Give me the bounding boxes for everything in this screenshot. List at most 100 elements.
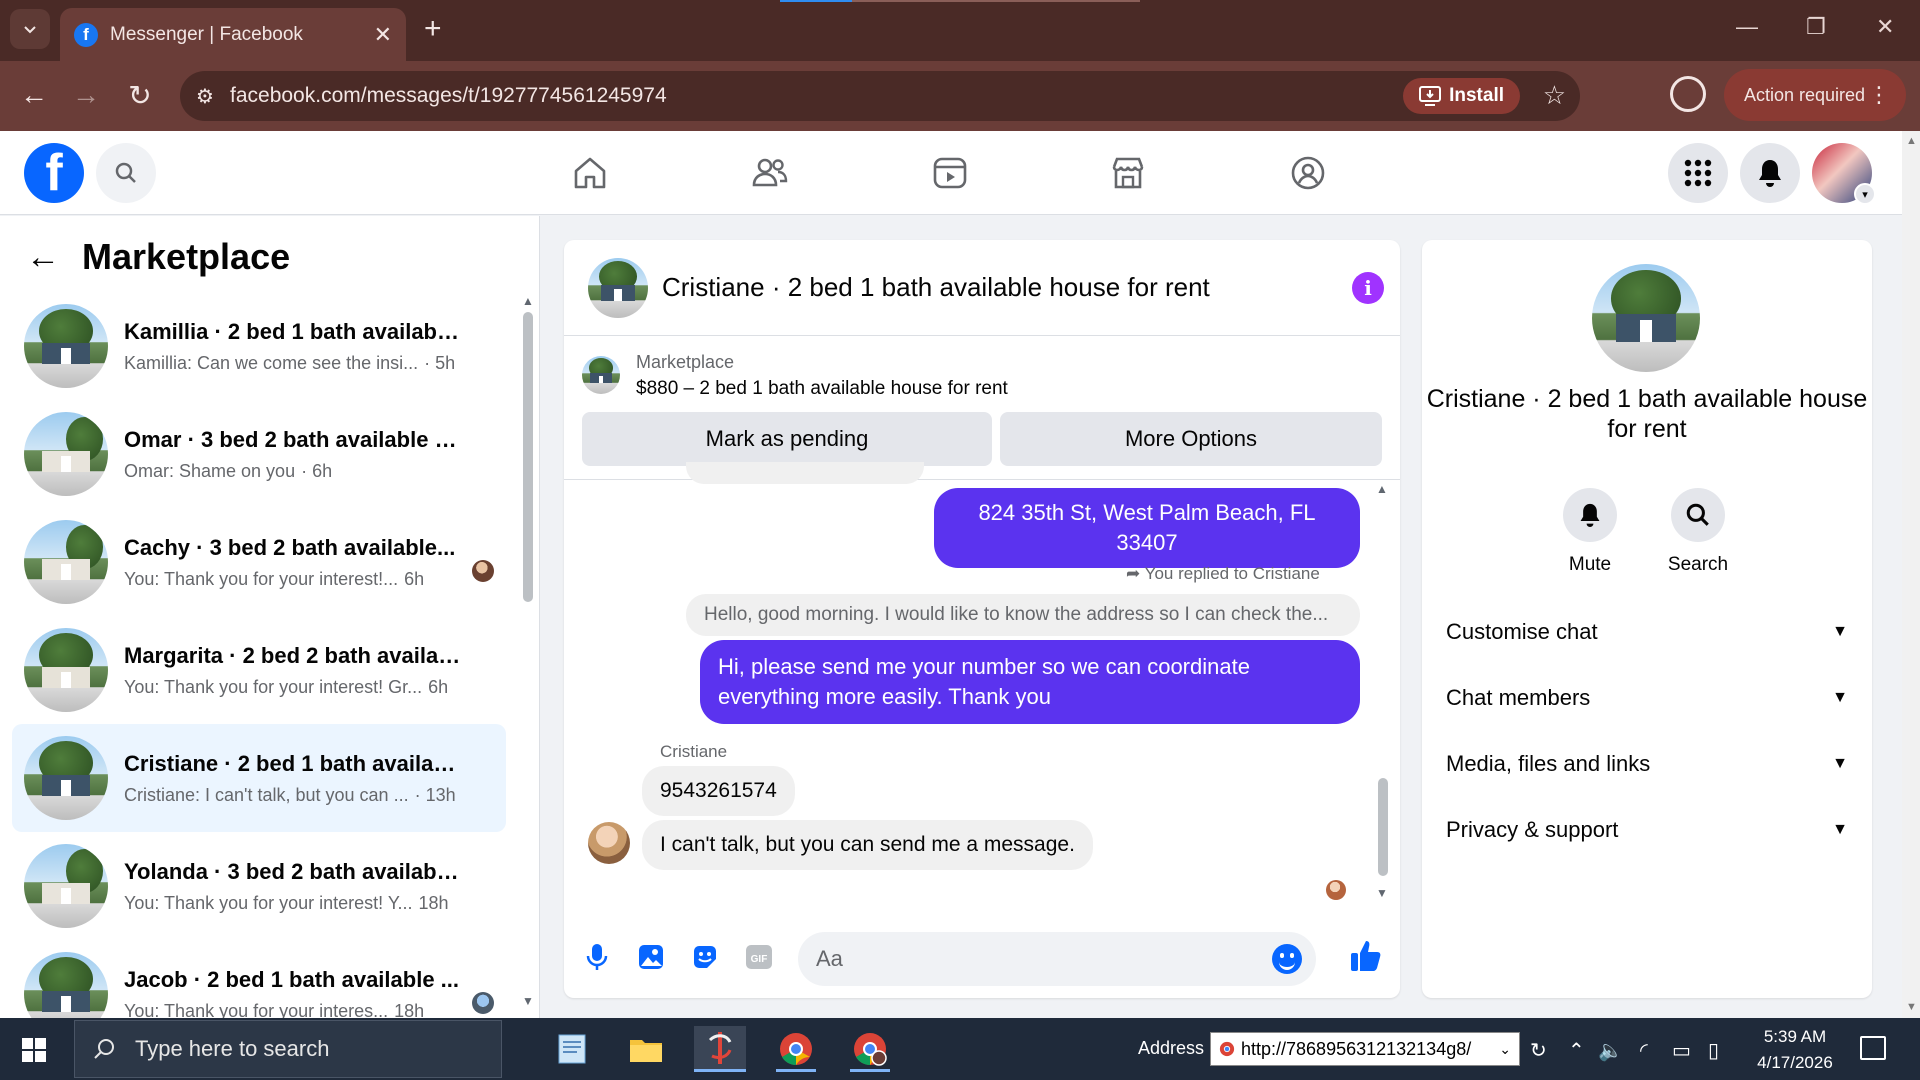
sender-avatar[interactable] <box>588 822 630 864</box>
conversation-item[interactable]: Margarita · 2 bed 2 bath availabl... You… <box>12 616 506 724</box>
address-bar[interactable]: ⚙ facebook.com/messages/t/19277745612459… <box>180 71 1580 121</box>
url-text[interactable]: facebook.com/messages/t/1927774561245974 <box>230 84 1580 108</box>
conversation-item[interactable]: Kamillia · 2 bed 1 bath available ... Ka… <box>12 292 506 400</box>
info-icon[interactable]: i <box>1352 272 1384 304</box>
scrollbar-thumb[interactable] <box>1378 778 1388 876</box>
notification-center-icon[interactable] <box>1860 1036 1886 1060</box>
taskbar-file-explorer-icon[interactable] <box>620 1026 672 1072</box>
search-in-chat-button[interactable]: Search <box>1658 488 1738 576</box>
taskbar-clock[interactable]: 5:39 AM 4/17/2026 <box>1740 1024 1850 1076</box>
restore-icon[interactable]: ❐ <box>1806 14 1826 40</box>
conversation-item[interactable]: Cachy · 3 bed 2 bath available... You: T… <box>12 508 506 616</box>
listing-thumbnail[interactable] <box>582 356 620 394</box>
scroll-down-icon[interactable]: ▼ <box>1906 1001 1917 1013</box>
menu-button[interactable] <box>1668 143 1728 203</box>
install-label: Install <box>1449 85 1504 106</box>
media-files-links-section[interactable]: Media, files and links ▼ <box>1446 742 1848 786</box>
close-window-icon[interactable]: ✕ <box>1876 14 1894 40</box>
scrollbar-thumb[interactable] <box>523 312 533 602</box>
tray-overflow-chevron-icon[interactable]: ⌃ <box>1568 1038 1585 1063</box>
windows-start-icon[interactable] <box>22 1038 46 1062</box>
address-dropdown-chevron-icon[interactable]: ⌄ <box>1499 1041 1511 1058</box>
back-arrow-icon[interactable]: ← <box>26 238 60 277</box>
tablet-mode-icon[interactable]: ▯ <box>1708 1038 1719 1063</box>
conversation-item-active[interactable]: Cristiane · 2 bed 1 bath available... Cr… <box>12 724 506 832</box>
scroll-down-icon[interactable]: ▼ <box>1376 886 1388 900</box>
gaming-nav-icon[interactable] <box>1286 151 1330 195</box>
back-icon[interactable]: ← <box>14 75 54 115</box>
scroll-down-icon[interactable]: ▼ <box>522 994 534 1008</box>
install-app-button[interactable]: Install <box>1403 78 1520 114</box>
chat-info-title: Cristiane · 2 bed 1 bath available house… <box>1426 385 1868 443</box>
outgoing-message[interactable]: 824 35th St, West Palm Beach, FL 33407 <box>934 488 1360 568</box>
battery-icon[interactable]: ▭ <box>1672 1038 1691 1063</box>
mute-button[interactable]: Mute <box>1550 488 1630 576</box>
taskbar-address-value[interactable]: http://7868956312132134g8/ <box>1241 1039 1471 1060</box>
sticker-icon[interactable] <box>690 942 720 972</box>
chat-members-section[interactable]: Chat members ▼ <box>1446 676 1848 720</box>
mark-as-pending-button[interactable]: Mark as pending <box>582 412 992 466</box>
chevron-down-icon: ▼ <box>1832 623 1848 640</box>
forward-icon[interactable]: → <box>66 75 106 115</box>
conversation-item[interactable]: Yolanda · 3 bed 2 bath available ... You… <box>12 832 506 940</box>
sidebar-scrollbar[interactable]: ▲ ▼ <box>522 294 534 1008</box>
video-nav-icon[interactable] <box>928 151 972 195</box>
taskbar-app-notepad-icon[interactable] <box>546 1026 598 1072</box>
notifications-button[interactable] <box>1740 143 1800 203</box>
scroll-up-icon[interactable]: ▲ <box>1376 482 1388 496</box>
message-scrollbar[interactable]: ▲ ▼ <box>1376 480 1390 910</box>
outgoing-message[interactable]: Hi, please send me your number so we can… <box>700 640 1360 724</box>
like-thumbs-up-icon[interactable] <box>1348 938 1384 974</box>
conversation-item[interactable]: Omar · 3 bed 2 bath available h... Omar:… <box>12 400 506 508</box>
facebook-search-button[interactable] <box>96 143 156 203</box>
friends-icon <box>752 158 788 187</box>
tab-search-button[interactable] <box>10 9 50 49</box>
message-input[interactable]: Aa <box>798 932 1316 986</box>
photo-icon[interactable] <box>636 942 666 972</box>
taskbar-chrome-profile-icon[interactable] <box>844 1026 896 1072</box>
reload-icon[interactable]: ↻ <box>120 75 160 115</box>
browser-tab-messenger[interactable]: f Messenger | Facebook ✕ <box>60 8 406 61</box>
home-nav-icon[interactable] <box>568 151 612 195</box>
new-tab-button[interactable]: + <box>424 12 442 46</box>
chat-title[interactable]: Cristiane · 2 bed 1 bath available house… <box>662 272 1210 303</box>
bookmark-star-icon[interactable]: ☆ <box>1543 80 1566 111</box>
incoming-message[interactable]: 9543261574 <box>642 766 795 816</box>
conversation-item[interactable]: Jacob · 2 bed 1 bath available ... You: … <box>12 940 506 1018</box>
taskbar-address-input[interactable]: http://7868956312132134g8/ ⌄ <box>1210 1032 1520 1066</box>
taskbar-search-box[interactable]: Type here to search <box>74 1020 502 1078</box>
listing-title[interactable]: $880 – 2 bed 1 bath available house for … <box>636 378 1008 400</box>
scroll-up-icon[interactable]: ▲ <box>1906 135 1917 147</box>
close-tab-icon[interactable]: ✕ <box>374 22 392 48</box>
scroll-up-icon[interactable]: ▲ <box>522 294 534 308</box>
site-settings-icon[interactable]: ⚙ <box>180 84 230 109</box>
marketplace-label: Marketplace <box>636 352 735 372</box>
wifi-icon[interactable]: ◜ <box>1640 1038 1648 1063</box>
microphone-icon[interactable] <box>582 942 612 972</box>
friends-nav-icon[interactable] <box>748 151 792 195</box>
address-refresh-icon[interactable]: ↻ <box>1530 1038 1547 1063</box>
gif-icon[interactable]: GIF <box>744 942 774 972</box>
chat-avatar[interactable] <box>588 257 648 318</box>
chat-info-avatar[interactable] <box>1592 264 1700 372</box>
page-scrollbar[interactable]: ▲ ▼ <box>1902 131 1920 1018</box>
conversation-name: Cachy · 3 bed 2 bath available... <box>124 534 456 560</box>
privacy-support-section[interactable]: Privacy & support ▼ <box>1446 808 1848 852</box>
mute-label: Mute <box>1568 554 1612 575</box>
taskbar-app-active-icon[interactable] <box>694 1026 746 1072</box>
customise-chat-section[interactable]: Customise chat ▼ <box>1446 610 1848 654</box>
volume-icon[interactable]: 🔈 <box>1598 1038 1623 1063</box>
conversation-name: Kamillia · 2 bed 1 bath available ... <box>124 318 464 344</box>
conversation-name: Yolanda · 3 bed 2 bath available ... <box>124 858 464 884</box>
quoted-message[interactable]: Hello, good morning. I would like to kno… <box>686 594 1360 636</box>
taskbar-chrome-icon[interactable] <box>770 1026 822 1072</box>
account-avatar[interactable]: ▾ <box>1812 143 1876 205</box>
facebook-logo-icon[interactable]: f <box>24 143 84 203</box>
minimize-icon[interactable]: — <box>1736 14 1758 40</box>
incoming-message[interactable]: I can't talk, but you can send me a mess… <box>642 820 1093 870</box>
emoji-icon[interactable] <box>1272 944 1302 974</box>
action-required-button[interactable]: Action required ⋮ <box>1724 69 1906 121</box>
marketplace-nav-icon[interactable] <box>1106 151 1150 195</box>
browser-profile-icon[interactable] <box>1670 76 1706 112</box>
more-options-button[interactable]: More Options <box>1000 412 1382 466</box>
